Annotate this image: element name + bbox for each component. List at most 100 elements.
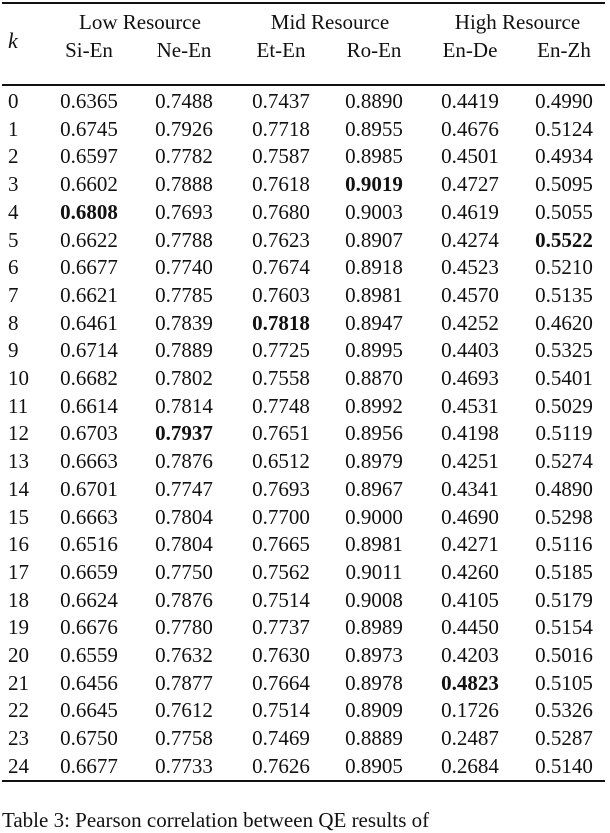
value-cell-ro-en: 0.8955 [345, 116, 403, 141]
value-cell-en-de: 0.4523 [441, 255, 499, 280]
k-cell: 23 [8, 726, 29, 751]
value-cell-ro-en: 0.8973 [345, 643, 403, 667]
value-cell-en-zh: 0.5135 [535, 282, 593, 307]
table-row: 3 0.6602 0.7888 0.7618 0.9019 0.4727 0.5095 [0, 172, 610, 200]
value-cell-en-zh: 0.5287 [535, 726, 593, 751]
value-cell-en-zh: 0.5095 [535, 172, 593, 197]
value-cell-ne-en: 0.7488 [155, 89, 213, 113]
table-row: 7 0.6621 0.7785 0.7603 0.8981 0.4570 0.5135 [0, 283, 610, 311]
table-row: 15 0.6663 0.7804 0.7700 0.9000 0.4690 0.5298 [0, 505, 610, 533]
value-cell-en-zh: 0.4890 [535, 476, 593, 501]
value-cell-ne-en: 0.7877 [155, 670, 213, 695]
table-bottom-rule [2, 780, 605, 782]
value-cell-ro-en: 0.9008 [345, 587, 403, 612]
value-cell-ne-en: 0.7758 [155, 726, 213, 751]
value-cell-en-de: 0.4570 [441, 282, 499, 307]
table-row: 4 0.6808 0.7693 0.7680 0.9003 0.4619 0.5055 [0, 200, 610, 228]
value-cell-et-en: 0.7725 [252, 338, 310, 363]
k-cell: 6 [8, 255, 19, 280]
table-row: 10 0.6682 0.7802 0.7558 0.8870 0.4693 0.5401 [0, 366, 610, 394]
value-cell-ne-en: 0.7876 [155, 587, 213, 612]
table-row: 11 0.6614 0.7814 0.7748 0.8992 0.4531 0.5029 [0, 394, 610, 422]
value-cell-si-en: 0.6676 [60, 615, 118, 640]
value-cell-en-de: 0.4727 [441, 172, 499, 197]
value-cell-et-en: 0.7748 [252, 393, 310, 418]
value-cell-et-en: 0.7618 [252, 172, 310, 197]
k-cell: 4 [8, 199, 19, 224]
k-cell: 8 [8, 310, 19, 335]
k-cell: 1 [8, 116, 19, 141]
table-row: 6 0.6677 0.7740 0.7674 0.8918 0.4523 0.5210 [0, 255, 610, 283]
value-cell-et-en: 0.7514 [252, 587, 310, 612]
k-cell: 2 [8, 144, 19, 169]
k-cell: 3 [8, 172, 19, 197]
value-cell-en-zh: 0.5124 [535, 116, 593, 141]
value-cell-et-en: 0.7674 [252, 255, 310, 280]
value-cell-si-en: 0.6808 [60, 199, 118, 224]
value-cell-en-zh: 0.5298 [535, 504, 593, 529]
table-row: 13 0.6663 0.7876 0.6512 0.8979 0.4251 0.5274 [0, 449, 610, 477]
k-cell: 22 [8, 698, 29, 723]
value-cell-ne-en: 0.7814 [155, 393, 213, 418]
value-cell-si-en: 0.6597 [60, 144, 118, 169]
value-cell-en-de: 0.4823 [441, 670, 499, 695]
value-cell-ro-en: 0.8981 [345, 282, 403, 307]
value-cell-en-de: 0.2487 [441, 726, 499, 751]
value-cell-ne-en: 0.7804 [155, 532, 213, 557]
value-cell-en-zh: 0.5055 [535, 199, 593, 224]
table-row: 2 0.6597 0.7782 0.7587 0.8985 0.4501 0.4934 [0, 144, 610, 172]
value-cell-et-en: 0.7664 [252, 670, 310, 695]
k-cell: 5 [8, 227, 19, 252]
table-row: 22 0.6645 0.7612 0.7514 0.8909 0.1726 0.5326 [0, 698, 610, 726]
value-cell-ne-en: 0.7876 [155, 449, 213, 474]
value-cell-en-zh: 0.5016 [535, 643, 593, 667]
value-cell-ne-en: 0.7632 [155, 643, 213, 667]
value-cell-si-en: 0.6677 [60, 255, 118, 280]
k-cell: 19 [8, 615, 29, 640]
k-cell: 0 [8, 89, 19, 113]
value-cell-ro-en: 0.8918 [345, 255, 403, 280]
value-cell-et-en: 0.7469 [252, 726, 310, 751]
value-cell-en-de: 0.4105 [441, 587, 499, 612]
value-cell-ro-en: 0.8967 [345, 476, 403, 501]
value-cell-en-zh: 0.5029 [535, 393, 593, 418]
value-cell-ro-en: 0.8907 [345, 227, 403, 252]
value-cell-ro-en: 0.8989 [345, 615, 403, 640]
value-cell-ro-en: 0.9003 [345, 199, 403, 224]
value-cell-et-en: 0.7680 [252, 199, 310, 224]
value-cell-et-en: 0.7587 [252, 144, 310, 169]
value-cell-en-zh: 0.5140 [535, 753, 593, 778]
k-cell: 13 [8, 449, 29, 474]
table-row: 19 0.6676 0.7780 0.7737 0.8989 0.4450 0.5154 [0, 615, 610, 643]
table-row: 18 0.6624 0.7876 0.7514 0.9008 0.4105 0.5179 [0, 588, 610, 616]
value-cell-en-zh: 0.5326 [535, 698, 593, 723]
column-header-ne-en: Ne-En [156, 38, 212, 62]
k-cell: 9 [8, 338, 19, 363]
value-cell-si-en: 0.6663 [60, 449, 118, 474]
value-cell-ro-en: 0.8985 [345, 144, 403, 169]
value-cell-si-en: 0.6624 [60, 587, 118, 612]
value-cell-si-en: 0.6365 [60, 89, 118, 113]
value-cell-en-zh: 0.5522 [535, 227, 593, 252]
value-cell-en-de: 0.2684 [441, 753, 499, 778]
value-cell-en-de: 0.4531 [441, 393, 499, 418]
value-cell-et-en: 0.7630 [252, 643, 310, 667]
value-cell-si-en: 0.6682 [60, 366, 118, 390]
value-cell-ro-en: 0.8889 [345, 726, 403, 751]
value-cell-ne-en: 0.7747 [155, 476, 213, 501]
value-cell-ne-en: 0.7788 [155, 227, 213, 252]
table-row: 24 0.6677 0.7733 0.7626 0.8905 0.2684 0.5140 [0, 754, 610, 782]
value-cell-ne-en: 0.7693 [155, 199, 213, 224]
value-cell-en-zh: 0.5401 [535, 366, 593, 390]
value-cell-en-de: 0.4501 [441, 144, 499, 169]
group-header-high-resource: High Resource [454, 10, 581, 34]
value-cell-ne-en: 0.7926 [155, 116, 213, 141]
value-cell-et-en: 0.7623 [252, 227, 310, 252]
value-cell-en-zh: 0.4990 [535, 89, 593, 113]
value-cell-et-en: 0.7665 [252, 532, 310, 557]
table-row: 8 0.6461 0.7839 0.7818 0.8947 0.4252 0.4620 [0, 311, 610, 339]
k-cell: 12 [8, 421, 29, 446]
table-row: 21 0.6456 0.7877 0.7664 0.8978 0.4823 0.5105 [0, 671, 610, 699]
k-cell: 14 [8, 476, 29, 501]
value-cell-en-de: 0.4252 [441, 310, 499, 335]
